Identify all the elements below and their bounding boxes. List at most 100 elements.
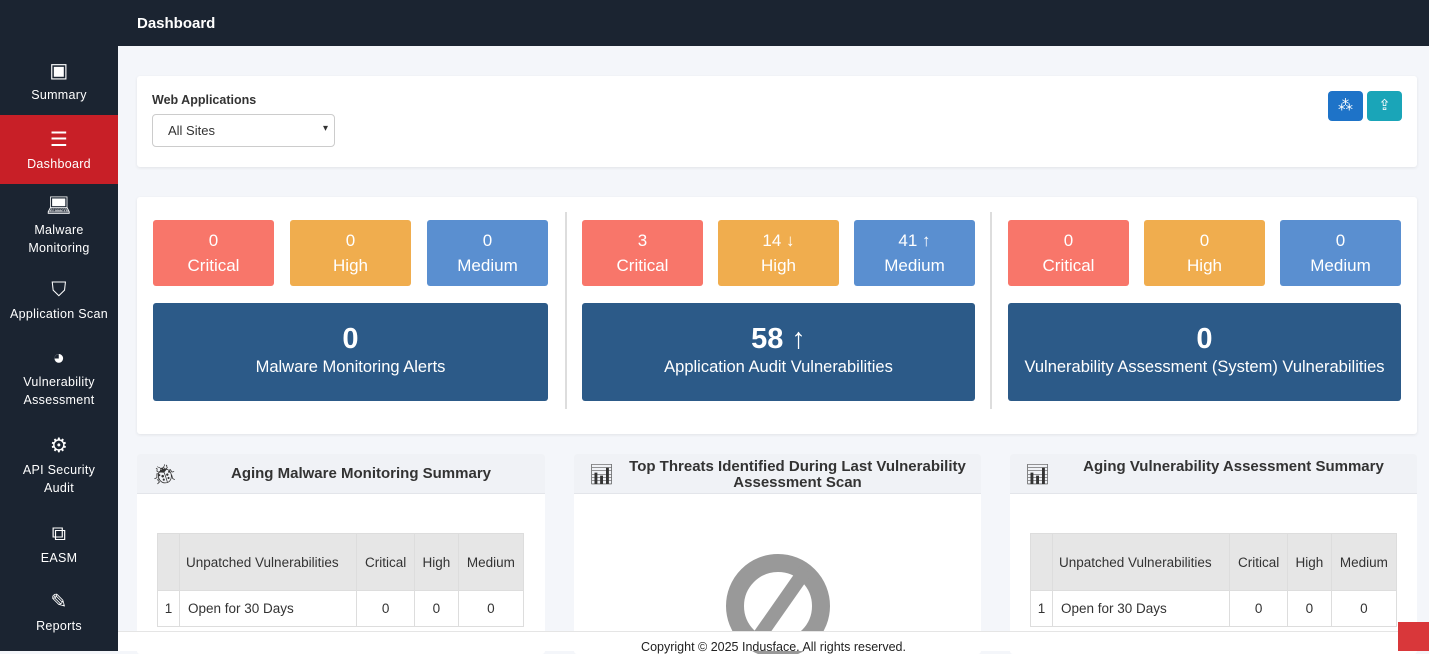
cell: 0	[457, 590, 525, 627]
critical-count-box[interactable]: 3 Critical	[582, 220, 703, 286]
critical-count-box[interactable]: 0 Critical	[153, 220, 274, 286]
divider	[565, 212, 567, 409]
sidebar-item-api-security-audit[interactable]: ⚙ API Security Audit	[0, 420, 118, 510]
cell: 0	[1229, 590, 1289, 627]
widgets-grid-icon: ⁂	[1338, 97, 1353, 114]
server-stack-icon: ☰	[49, 128, 69, 151]
cell: 0	[1330, 590, 1398, 627]
col-header: Critical	[356, 533, 416, 591]
total-count: 0	[1196, 323, 1213, 355]
sidebar-item-summary[interactable]: ▣ Summary	[0, 46, 118, 115]
total-count: 58 ↑	[751, 323, 806, 355]
cell: 0	[414, 590, 459, 627]
high-count-box[interactable]: 0 High	[1144, 220, 1265, 286]
widgets-button[interactable]: ⁂	[1328, 91, 1363, 121]
col-header: Unpatched Vulnerabilities	[1051, 533, 1231, 591]
total-title: Application Audit Vulnerabilities	[664, 358, 893, 376]
bar-chart-icon: 📊︎	[589, 464, 615, 486]
footer: Copyright © 2025 Indusface. All rights r…	[118, 631, 1429, 654]
high-label: High	[1187, 256, 1222, 275]
pie-chart-icon: ◕	[52, 347, 66, 369]
medium-label: Medium	[884, 256, 945, 275]
copyright-text: Copyright © 2025 Indusface. All rights r…	[641, 640, 906, 654]
medium-label: Medium	[1310, 256, 1371, 275]
medium-count: 41 ↑	[898, 231, 931, 250]
stats-card: 0 Critical 0 High 0 Medium 0 Malware Monitoring…	[137, 197, 1417, 434]
nav-label: EASM	[40, 551, 78, 565]
col-header: Medium	[1330, 533, 1398, 591]
nav-label: API Security Audit	[22, 463, 96, 495]
high-count: 0	[1199, 231, 1210, 250]
high-count: 14 ↓	[762, 231, 795, 250]
high-label: High	[761, 256, 796, 275]
site-select[interactable]: All Sites ▾	[152, 114, 335, 147]
total-summary-box[interactable]: 58 ↑ Application Audit Vulnerabilities	[582, 303, 975, 401]
critical-count: 3	[637, 231, 648, 250]
site-select-value: All Sites	[168, 123, 215, 138]
chevron-down-icon: ▾	[322, 123, 328, 134]
medium-label: Medium	[457, 256, 518, 275]
medium-count-box[interactable]: 0 Medium	[1280, 220, 1401, 286]
sidebar-item-reports[interactable]: ✎ Reports	[0, 578, 118, 646]
cell: Open for 30 Days	[178, 590, 358, 627]
sidebar-item-easm[interactable]: ⧉ EASM	[0, 510, 118, 578]
aging-va-panel: 📊︎ Aging Vulnerability Assessment Summary…	[1010, 454, 1417, 654]
col-header: Unpatched Vulnerabilities	[178, 533, 358, 591]
cell: 1	[157, 590, 180, 627]
sidebar-item-dashboard[interactable]: ☰ Dashboard	[0, 115, 118, 184]
cell: 0	[1287, 590, 1332, 627]
critical-label: Critical	[1042, 256, 1095, 275]
nav-label: Dashboard	[27, 156, 91, 171]
top-threats-panel: 📊︎ Top Threats Identified During Last Vul…	[574, 454, 981, 654]
table-row: 1 Open for 30 Days 0 0 0	[157, 590, 525, 627]
col-header: High	[414, 533, 459, 591]
critical-label: Critical	[616, 256, 669, 275]
cell: Open for 30 Days	[1051, 590, 1231, 627]
critical-count-box[interactable]: 0 Critical	[1008, 220, 1129, 286]
total-summary-box[interactable]: 0 Vulnerability Assessment (System) Vulne…	[1008, 303, 1401, 401]
medium-count: 0	[482, 231, 493, 250]
critical-count: 0	[208, 231, 219, 250]
high-count: 0	[345, 231, 356, 250]
easm-frame-icon: ⧉	[51, 523, 67, 545]
edit-report-icon: ✎	[50, 591, 68, 613]
high-count-box[interactable]: 0 High	[290, 220, 411, 286]
api-chip-icon: ⚙	[49, 435, 69, 457]
panel-title: Top Threats Identified During Last Vulne…	[629, 458, 966, 491]
col-header: Critical	[1229, 533, 1289, 591]
panel-title: Aging Vulnerability Assessment Summary	[1083, 458, 1384, 475]
nav-label: Summary	[31, 87, 87, 102]
aging-malware-table: Unpatched Vulnerabilities Critical High Med…	[157, 533, 525, 627]
high-label: High	[333, 256, 368, 275]
total-summary-box[interactable]: 0 Malware Monitoring Alerts	[153, 303, 548, 401]
total-title: Vulnerability Assessment (System) Vulner…	[1024, 358, 1385, 376]
critical-count: 0	[1063, 231, 1074, 250]
sidebar-item-malware-monitoring[interactable]: 💻︎ Malware Monitoring	[0, 184, 118, 266]
cell: 0	[356, 590, 416, 627]
filter-card: Web Applications All Sites ▾ ⁂ ⇪	[137, 76, 1417, 167]
bar-chart-icon: 📊︎	[1025, 464, 1051, 486]
col-header	[1030, 533, 1053, 591]
upload-report-button[interactable]: ⇪	[1367, 91, 1402, 121]
upload-box-icon: ⇪	[1378, 97, 1391, 114]
aging-malware-panel: 🐞︎ Aging Malware Monitoring Summary Unpat…	[137, 454, 545, 654]
summary-monitor-icon: ▣	[49, 59, 69, 82]
divider	[990, 212, 992, 409]
sidebar-item-vulnerability-assessment[interactable]: ◕ Vulnerability Assessment	[0, 334, 118, 420]
nav-label: Reports	[36, 619, 82, 633]
top-bar: Dashboard	[0, 0, 1429, 46]
bug-icon: 🐞︎	[152, 464, 178, 486]
medium-count-box[interactable]: 0 Medium	[427, 220, 548, 286]
cell: 1	[1030, 590, 1053, 627]
panel-title: Aging Malware Monitoring Summary	[230, 465, 492, 482]
nav-label: Vulnerability Assessment	[23, 375, 95, 407]
sidebar-item-application-scan[interactable]: ⛉ Application Scan	[0, 266, 118, 334]
col-header: Medium	[457, 533, 525, 591]
high-count-box[interactable]: 14 ↓ High	[718, 220, 839, 286]
medium-count-box[interactable]: 41 ↑ Medium	[854, 220, 975, 286]
brand-badge-icon	[1398, 622, 1429, 651]
aging-va-table: Unpatched Vulnerabilities Critical High Med…	[1030, 533, 1398, 627]
nav-label: Application Scan	[10, 307, 108, 321]
medium-count: 0	[1335, 231, 1346, 250]
total-count: 0	[342, 323, 359, 355]
